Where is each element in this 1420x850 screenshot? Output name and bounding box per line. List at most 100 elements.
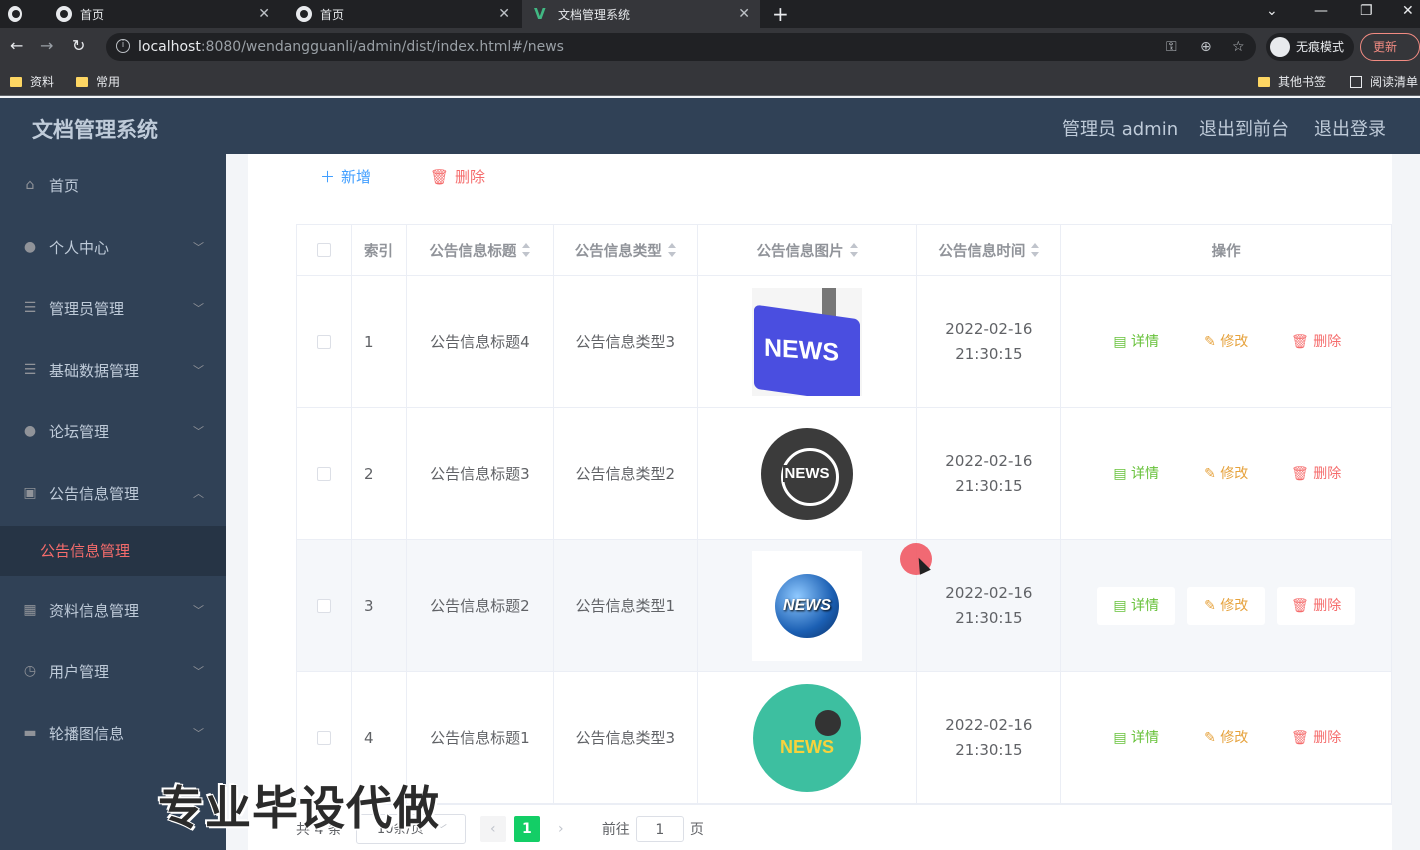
info-icon[interactable]: i — [116, 39, 130, 53]
tab-search-icon[interactable]: ⌄ — [1266, 3, 1278, 19]
batch-delete-button[interactable]: 🗑 删除 — [430, 166, 485, 187]
key-icon[interactable]: ⚿ — [1166, 39, 1177, 55]
pencil-icon: ✎ — [1204, 333, 1221, 350]
bookmark-folder[interactable]: 常用 — [76, 73, 120, 90]
detail-button[interactable]: ▤ 详情 — [1097, 323, 1175, 361]
detail-button[interactable]: ▤ 详情 — [1097, 455, 1175, 493]
goto-page-input[interactable]: 1 — [635, 816, 684, 842]
sidebar-item-carousel[interactable]: ▬ 轮播图信息 ﹀ — [0, 705, 226, 761]
zoom-icon[interactable]: ⊕ — [1200, 39, 1212, 55]
reading-list[interactable]: 阅读清单 — [1350, 73, 1418, 90]
table-header: 索引 公告信息标题 公告信息类型 公告信息图片 公告信息时间 操作 — [297, 225, 1391, 276]
main-content: ＋ 新增 🗑 删除 索引 公告信息标题 公告信息类型 公告信息图片 公告信息时间… — [226, 154, 1420, 850]
browser-menu-icon[interactable] — [0, 0, 30, 28]
trash-icon: 🗑 — [430, 167, 450, 186]
edit-button[interactable]: ✎ 修改 — [1187, 455, 1265, 493]
monitor-icon: ▬ — [23, 725, 37, 741]
row-checkbox[interactable] — [316, 598, 331, 613]
sidebar-item-profile[interactable]: ● 个人中心 ﹀ — [0, 219, 226, 275]
row-type: 公告信息类型3 — [554, 276, 698, 407]
table-row: 1 公告信息标题4 公告信息类型3 NEWS 2022-02-16 21:30:… — [297, 276, 1391, 408]
logout-link[interactable]: 退出登录 — [1314, 115, 1386, 141]
watermark: 专业毕设代做 — [157, 780, 440, 836]
browser-tab-1[interactable]: 首页 ✕ — [44, 0, 280, 28]
trash-icon: 🗑 — [1291, 597, 1314, 614]
select-all-checkbox[interactable] — [316, 243, 331, 257]
sidebar-subitem-notices[interactable]: 公告信息管理 — [0, 526, 226, 576]
close-window-button[interactable]: ✕ — [1402, 3, 1414, 19]
row-checkbox[interactable] — [316, 466, 331, 481]
sort-icon[interactable] — [522, 243, 531, 257]
browser-tab-2[interactable]: 首页 ✕ — [284, 0, 520, 28]
star-icon[interactable]: ☆ — [1232, 39, 1245, 55]
url-text: localhost:8080/wendangguanli/admin/dist/… — [138, 39, 564, 55]
close-icon[interactable]: ✕ — [258, 6, 270, 22]
back-icon[interactable]: ← — [10, 36, 23, 55]
row-type: 公告信息类型1 — [554, 540, 698, 671]
detail-button[interactable]: ▤ 详情 — [1097, 719, 1175, 757]
close-icon[interactable]: ✕ — [738, 6, 750, 22]
minimize-button[interactable]: — — [1314, 3, 1328, 19]
notice-image[interactable]: NEWS — [752, 287, 863, 396]
update-button[interactable]: 更新 — [1360, 33, 1420, 61]
goto-suffix: 页 — [689, 822, 704, 838]
sidebar-item-base-data[interactable]: ☰ 基础数据管理 ﹀ — [0, 342, 226, 398]
document-icon: ▤ — [1113, 729, 1132, 746]
row-title: 公告信息标题4 — [407, 276, 554, 407]
row-index: 1 — [352, 276, 407, 407]
delete-button[interactable]: 🗑 删除 — [1277, 455, 1355, 493]
sidebar-item-users[interactable]: ◷ 用户管理 ﹀ — [0, 643, 226, 699]
list-icon: ☰ — [23, 300, 37, 316]
chevron-up-icon: ︿ — [193, 487, 204, 500]
sort-icon[interactable] — [1031, 243, 1040, 257]
notice-image[interactable]: NEWS — [753, 683, 862, 792]
edit-button[interactable]: ✎ 修改 — [1187, 719, 1265, 757]
forward-icon[interactable]: → — [40, 36, 53, 55]
prev-page-button[interactable]: ‹ — [479, 816, 506, 842]
folder-icon — [1258, 76, 1270, 87]
bookmark-folder[interactable]: 资料 — [10, 73, 54, 90]
next-page-button[interactable]: › — [548, 816, 574, 842]
column-header-type[interactable]: 公告信息类型 — [554, 225, 698, 275]
notice-image[interactable]: NEWS — [761, 427, 854, 520]
other-bookmarks[interactable]: 其他书签 — [1258, 73, 1326, 90]
page-number-button[interactable]: 1 — [513, 816, 540, 842]
detail-button[interactable]: ▤ 详情 — [1097, 586, 1176, 625]
add-button[interactable]: ＋ 新增 — [320, 166, 371, 187]
reload-icon[interactable]: ↻ — [72, 36, 85, 55]
sidebar-item-notices[interactable]: ▣ 公告信息管理 ︿ — [0, 465, 226, 521]
new-tab-button[interactable]: + — [772, 2, 789, 26]
row-checkbox[interactable] — [316, 730, 331, 745]
maximize-button[interactable]: ❐ — [1360, 3, 1373, 19]
address-bar[interactable]: i localhost:8080/wendangguanli/admin/dis… — [106, 33, 1256, 61]
sidebar-item-documents[interactable]: ▦ 资料信息管理 ﹀ — [0, 582, 226, 638]
delete-button[interactable]: 🗑 删除 — [1277, 586, 1356, 625]
column-header-time[interactable]: 公告信息时间 — [917, 225, 1062, 275]
trash-icon: 🗑 — [1291, 729, 1314, 746]
incognito-indicator[interactable]: 无痕模式 — [1266, 33, 1354, 61]
sidebar-item-forum[interactable]: ● 论坛管理 ﹀ — [0, 403, 226, 459]
browser-toolbar: ← → ↻ i localhost:8080/wendangguanli/adm… — [0, 28, 1420, 66]
trash-icon: 🗑 — [1291, 333, 1314, 350]
chevron-down-icon: ﹀ — [193, 665, 204, 678]
edit-button[interactable]: ✎ 修改 — [1187, 323, 1265, 361]
row-index: 2 — [352, 408, 407, 539]
sidebar-item-home[interactable]: ⌂ 首页 — [0, 157, 226, 213]
exit-to-front-link[interactable]: 退出到前台 — [1199, 115, 1289, 141]
column-header-title[interactable]: 公告信息标题 — [407, 225, 554, 275]
column-header-image[interactable]: 公告信息图片 — [698, 225, 918, 275]
sidebar-item-admins[interactable]: ☰ 管理员管理 ﹀ — [0, 280, 226, 336]
edit-button[interactable]: ✎ 修改 — [1187, 586, 1266, 625]
globe-icon — [296, 6, 312, 22]
table-row: 4 公告信息标题1 公告信息类型3 NEWS 2022-02-16 21:30:… — [297, 672, 1391, 804]
row-checkbox[interactable] — [316, 334, 331, 349]
notice-image[interactable]: NEWS — [752, 550, 863, 661]
sort-icon[interactable] — [849, 243, 858, 257]
browser-tab-3[interactable]: V 文档管理系统 ✕ — [522, 0, 760, 28]
delete-button[interactable]: 🗑 删除 — [1277, 323, 1355, 361]
table-row: 3 公告信息标题2 公告信息类型1 NEWS 2022-02-16 21:30:… — [297, 540, 1391, 672]
close-icon[interactable]: ✕ — [498, 6, 510, 22]
sort-icon[interactable] — [667, 243, 676, 257]
delete-button[interactable]: 🗑 删除 — [1277, 719, 1355, 757]
row-time: 2022-02-16 21:30:15 — [945, 715, 1033, 759]
